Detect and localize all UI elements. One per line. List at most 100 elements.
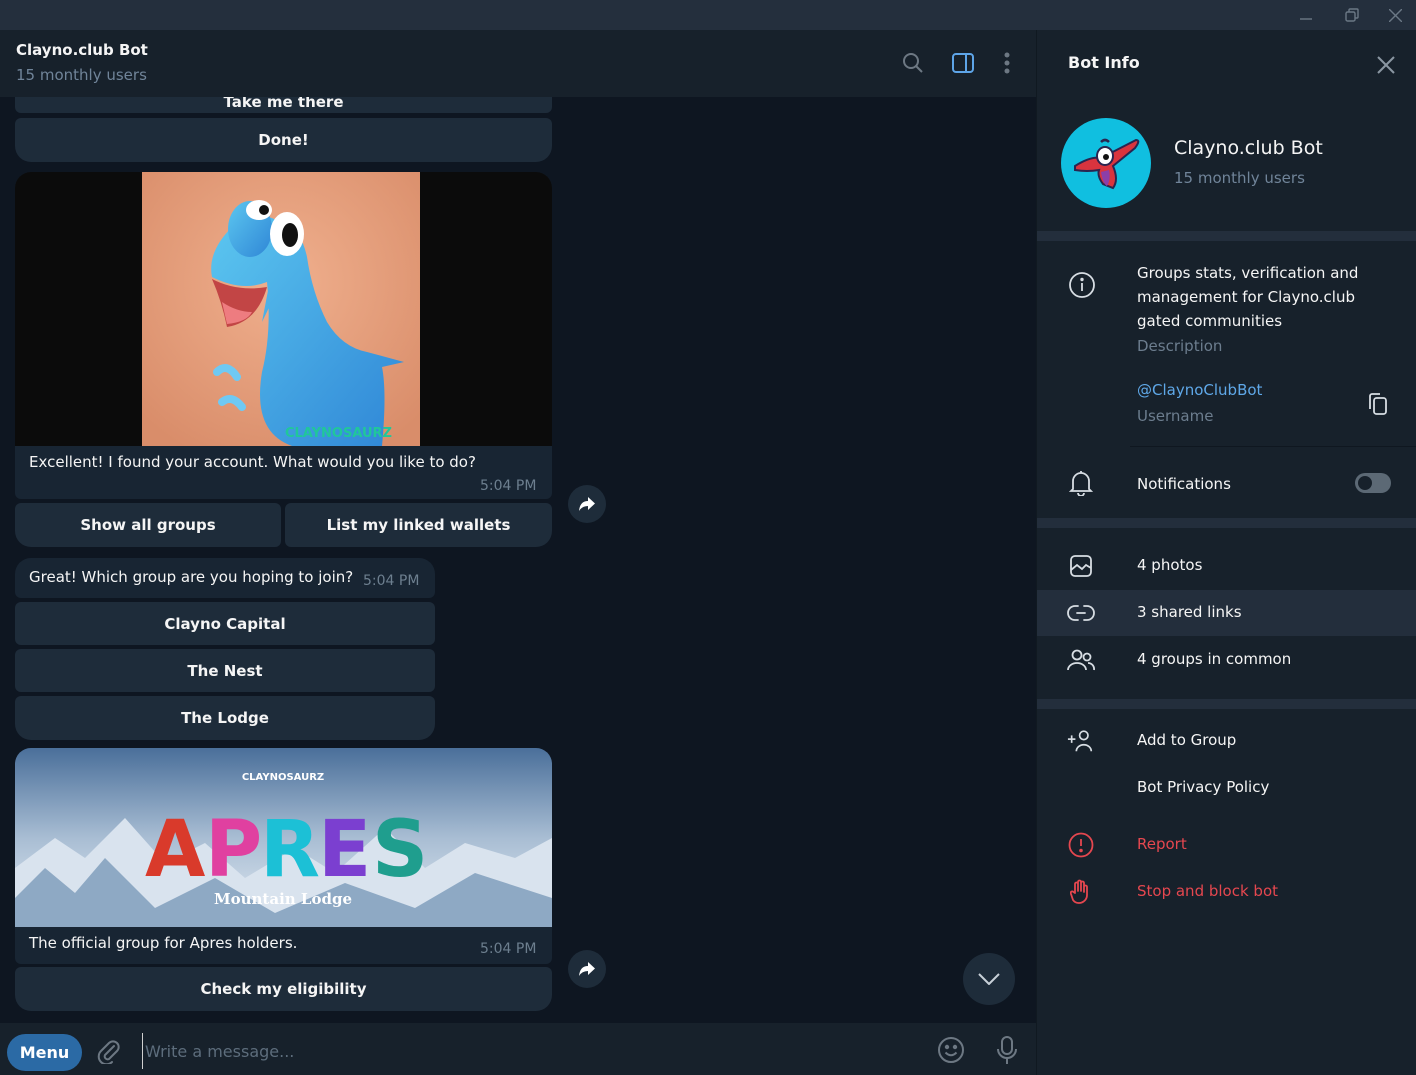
message-list[interactable]: Take me there Done! CLAYNOSAURZ Excellen… xyxy=(0,97,1036,1023)
message-photo[interactable]: CLAYNOSAURZ A P R E S Mountain Lodge xyxy=(15,748,552,927)
svg-text:A: A xyxy=(145,805,205,895)
apres-banner-image: CLAYNOSAURZ A P R E S Mountain Lodge xyxy=(15,748,552,927)
inline-button-check-eligibility[interactable]: Check my eligibility xyxy=(15,967,552,1011)
chat-subtitle: 15 monthly users xyxy=(16,66,147,84)
bell-icon xyxy=(1069,471,1093,496)
stop-block-bot-row[interactable]: Stop and block bot xyxy=(1037,869,1416,915)
svg-text:P: P xyxy=(205,805,262,895)
sidebar-toggle-button[interactable] xyxy=(948,48,978,78)
bot-menu-button[interactable]: Menu xyxy=(7,1034,82,1071)
window-titlebar xyxy=(0,0,1416,30)
description-caption: Description xyxy=(1137,337,1223,355)
restore-icon xyxy=(1345,8,1359,22)
report-row[interactable]: Report xyxy=(1037,822,1416,868)
action-label: Report xyxy=(1137,835,1187,853)
bot-privacy-policy-row[interactable]: Bot Privacy Policy xyxy=(1037,765,1416,811)
message-input[interactable] xyxy=(142,1033,902,1069)
media-row-photos[interactable]: 4 photos xyxy=(1037,543,1416,589)
scroll-to-bottom-button[interactable] xyxy=(963,953,1015,1005)
svg-text:R: R xyxy=(260,805,320,895)
close-panel-button[interactable] xyxy=(1371,50,1401,80)
panel-title: Bot Info xyxy=(1068,53,1140,72)
bot-name: Clayno.club Bot xyxy=(1174,137,1323,159)
inline-button-show-all-groups[interactable]: Show all groups xyxy=(15,503,281,547)
more-menu-button[interactable] xyxy=(992,48,1022,78)
inline-button-clayno-capital[interactable]: Clayno Capital xyxy=(15,602,435,645)
minimize-icon xyxy=(1300,18,1312,20)
photo-icon xyxy=(1070,555,1092,577)
hand-stop-icon xyxy=(1070,879,1088,904)
message-text: Great! Which group are you hoping to joi… xyxy=(29,568,354,586)
close-icon xyxy=(1377,56,1395,74)
message-bubble: CLAYNOSAURZ Excellent! I found your acco… xyxy=(15,172,552,499)
message-composer: Menu xyxy=(0,1023,1036,1075)
pterodactyl-avatar-icon xyxy=(1074,138,1140,190)
dino-image: CLAYNOSAURZ xyxy=(142,172,420,446)
banner-brand: CLAYNOSAURZ xyxy=(242,772,324,783)
add-to-group-row[interactable]: Add to Group xyxy=(1037,718,1416,764)
message-photo[interactable]: CLAYNOSAURZ xyxy=(15,172,552,446)
action-label: Stop and block bot xyxy=(1137,882,1279,900)
inline-button-done[interactable]: Done! xyxy=(15,118,552,162)
inline-button-list-linked-wallets[interactable]: List my linked wallets xyxy=(285,503,552,547)
more-vertical-icon xyxy=(1004,52,1010,74)
inline-button-take-me-there[interactable]: Take me there xyxy=(15,97,552,113)
report-icon xyxy=(1068,832,1094,858)
image-watermark: CLAYNOSAURZ xyxy=(285,426,392,441)
bot-username-link[interactable]: @ClaynoClubBot xyxy=(1137,381,1262,399)
share-icon xyxy=(579,497,595,511)
groups-icon xyxy=(1067,649,1095,671)
section-divider xyxy=(1037,231,1416,241)
forward-button[interactable] xyxy=(568,485,606,523)
info-icon-wrap xyxy=(1068,271,1096,303)
message-bubble: CLAYNOSAURZ A P R E S Mountain Lodge The… xyxy=(15,748,552,964)
svg-text:S: S xyxy=(372,805,428,895)
minimize-button[interactable] xyxy=(1283,0,1329,30)
info-icon xyxy=(1069,272,1095,298)
media-label: 3 shared links xyxy=(1137,603,1242,621)
bot-users-count: 15 monthly users xyxy=(1174,169,1305,187)
search-icon xyxy=(903,53,923,73)
search-button[interactable] xyxy=(898,48,928,78)
copy-icon xyxy=(1369,393,1387,415)
emoji-button[interactable] xyxy=(936,1035,966,1065)
add-user-icon xyxy=(1067,730,1093,752)
section-divider xyxy=(1037,699,1416,709)
media-row-groups-in-common[interactable]: 4 groups in common xyxy=(1037,637,1416,683)
inline-button-the-lodge[interactable]: The Lodge xyxy=(15,696,435,740)
bot-info-panel: Bot Info Clayno.club Bot 15 monthly user… xyxy=(1036,30,1416,1075)
section-divider xyxy=(1037,518,1416,528)
forward-button[interactable] xyxy=(568,950,606,988)
chat-header[interactable]: Clayno.club Bot 15 monthly users xyxy=(0,30,1036,97)
attach-button[interactable] xyxy=(95,1037,123,1065)
link-icon xyxy=(1067,605,1095,621)
media-label: 4 photos xyxy=(1137,556,1203,574)
chat-area: Clayno.club Bot 15 monthly users Take me… xyxy=(0,30,1036,1075)
chat-title[interactable]: Clayno.club Bot xyxy=(16,41,148,59)
inline-button-the-nest[interactable]: The Nest xyxy=(15,649,435,692)
copy-username-button[interactable] xyxy=(1368,392,1388,420)
media-label: 4 groups in common xyxy=(1137,650,1292,668)
close-window-button[interactable] xyxy=(1372,0,1416,30)
bot-description: Groups stats, verification and managemen… xyxy=(1137,264,1359,330)
svg-text:E: E xyxy=(318,805,371,895)
action-label: Bot Privacy Policy xyxy=(1137,778,1270,796)
chevron-down-icon xyxy=(978,973,1000,985)
banner-title: A P R E S xyxy=(145,805,428,895)
voice-message-button[interactable] xyxy=(992,1033,1022,1067)
message-time: 5:04 PM xyxy=(480,941,537,957)
media-row-shared-links[interactable]: 3 shared links xyxy=(1037,590,1416,636)
message-time: 5:04 PM xyxy=(363,573,420,589)
action-label: Add to Group xyxy=(1137,731,1237,749)
message-time: 5:04 PM xyxy=(480,478,537,494)
microphone-icon xyxy=(997,1036,1017,1064)
close-icon xyxy=(1388,8,1402,22)
share-icon xyxy=(579,962,595,976)
divider xyxy=(1130,446,1416,447)
message-text: Excellent! I found your account. What wo… xyxy=(29,453,476,471)
notifications-toggle[interactable] xyxy=(1355,473,1391,493)
restore-button[interactable] xyxy=(1329,0,1375,30)
bot-avatar[interactable] xyxy=(1061,118,1151,208)
message-bubble: Great! Which group are you hoping to joi… xyxy=(15,558,435,598)
username-caption: Username xyxy=(1137,407,1214,425)
